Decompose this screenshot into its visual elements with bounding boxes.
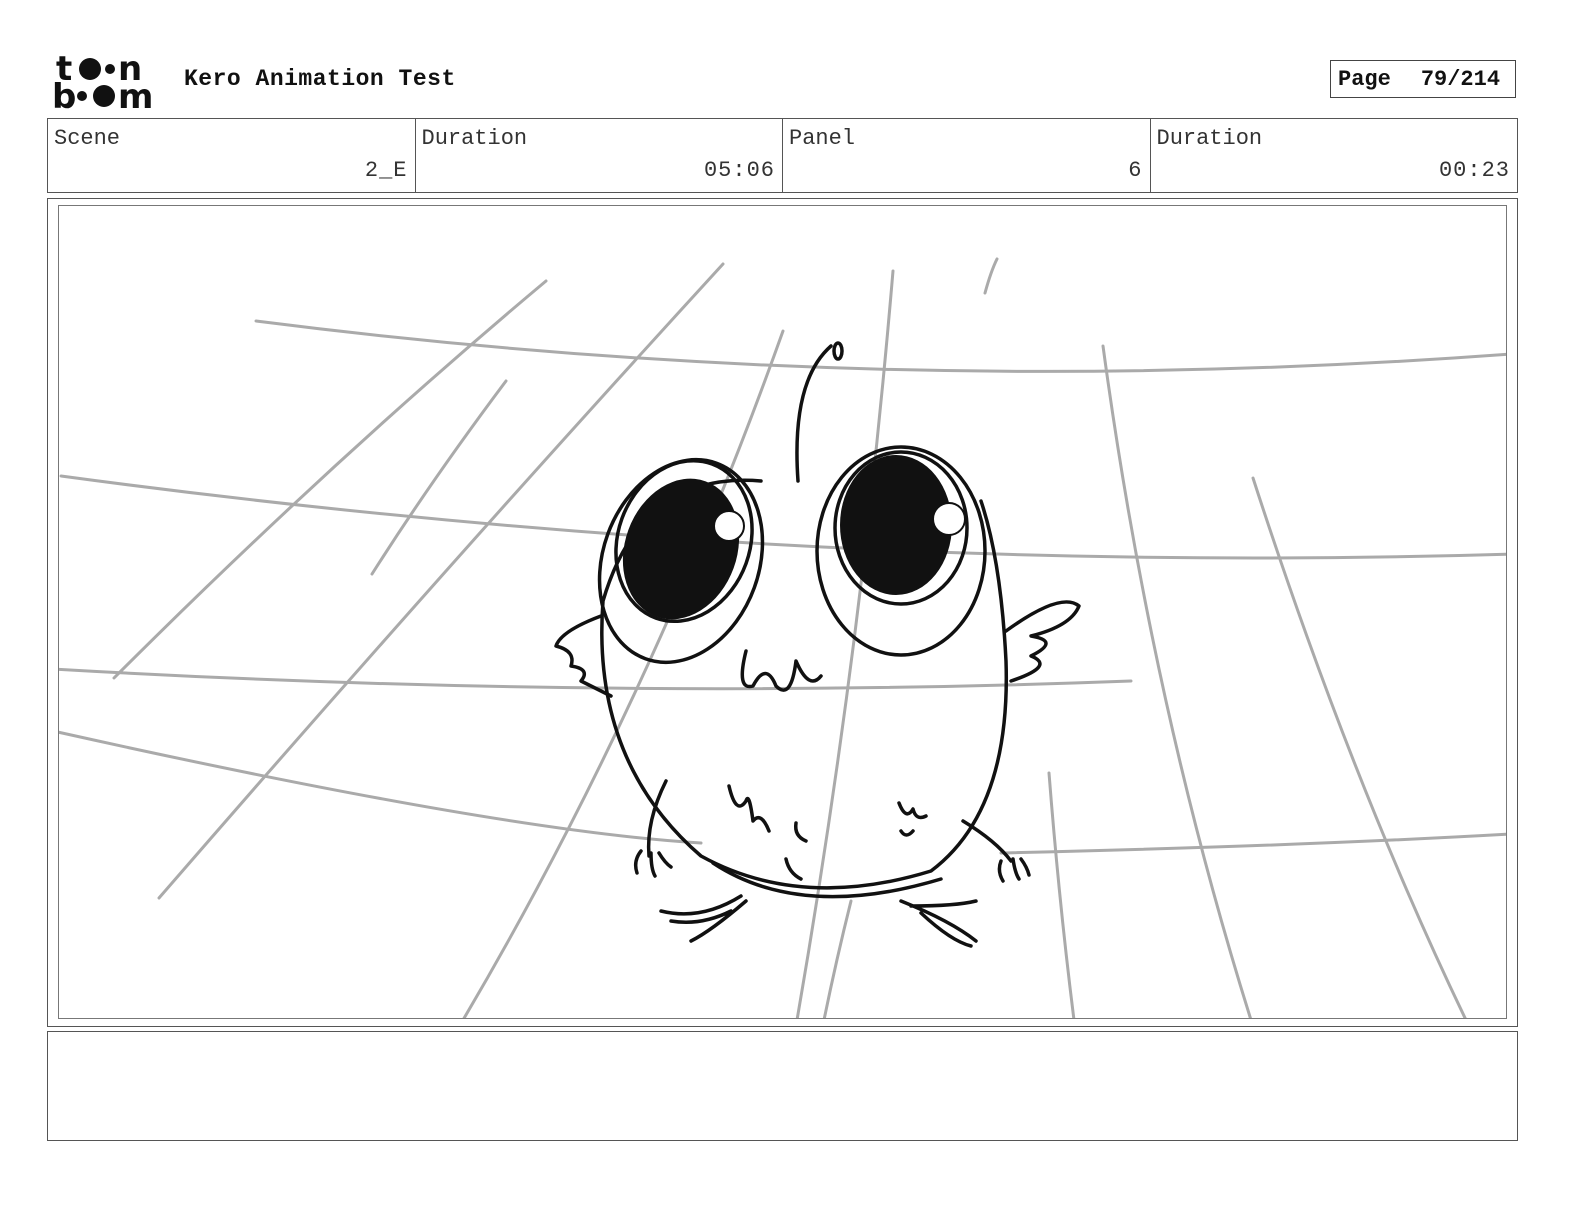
page-label: Page [1338,66,1391,92]
svg-text:m: m [118,77,153,112]
scene-label: Scene [54,126,121,151]
panel-duration-label: Duration [1156,126,1263,151]
panel-info-table: Scene 2_E Duration 05:06 Panel 6 Duratio… [47,118,1518,193]
scene-cell: Scene 2_E [48,119,416,192]
page-indicator: Page 79/214 [1330,60,1516,98]
panel-value: 6 [1128,158,1143,183]
panel-cell: Panel 6 [783,119,1151,192]
toonboom-logo-icon: t n b m [52,50,164,112]
panel-duration-value: 00:23 [1438,158,1510,183]
project-title: Kero Animation Test [184,66,456,92]
scene-duration-cell: Duration 05:06 [416,119,783,192]
svg-text:b: b [52,77,76,112]
scene-value: 2_E [364,158,408,183]
panel-duration-cell: Duration 00:23 [1151,119,1518,192]
scene-duration-label: Duration [421,126,528,151]
page-number: 79/214 [1420,66,1501,92]
kero-creature-sketch-icon [59,257,1506,1018]
notes-area [47,1031,1518,1141]
panel-label: Panel [789,126,856,151]
scene-duration-value: 05:06 [703,158,775,183]
storyboard-panel [58,205,1507,1019]
